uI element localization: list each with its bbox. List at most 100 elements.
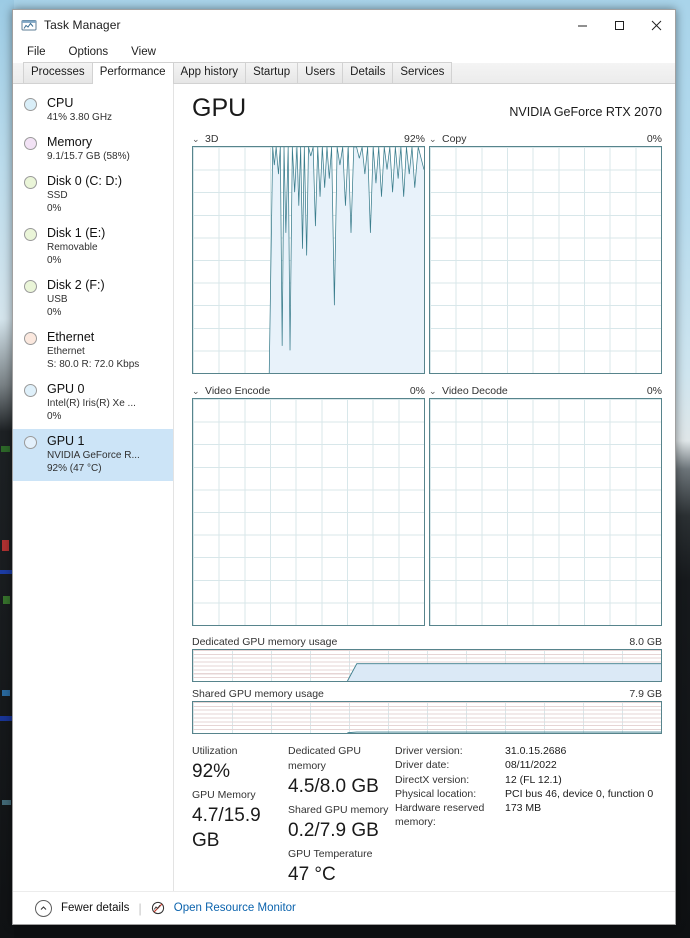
stat-label: GPU Temperature bbox=[288, 848, 373, 860]
maximize-button[interactable] bbox=[601, 10, 638, 40]
chevron-up-icon[interactable] bbox=[35, 899, 52, 917]
close-button[interactable] bbox=[638, 10, 675, 40]
graph-label: 3D bbox=[205, 133, 219, 145]
tab-services[interactable]: Services bbox=[392, 62, 453, 83]
menu-options[interactable]: Options bbox=[66, 44, 112, 60]
desktop-artifact bbox=[2, 540, 9, 551]
gpu-model-label: NVIDIA GeForce RTX 2070 bbox=[509, 105, 662, 119]
menu-bar: File Options View bbox=[13, 40, 675, 63]
menu-file[interactable]: File bbox=[24, 44, 49, 60]
sidebar-item-sub: Intel(R) Iris(R) Xe ... bbox=[47, 398, 136, 409]
mem-graph-value: 7.9 GB bbox=[629, 688, 662, 700]
sidebar-item-memory[interactable]: Memory 9.1/15.7 GB (58%) bbox=[13, 130, 173, 169]
menu-view[interactable]: View bbox=[128, 44, 159, 60]
caption-copy[interactable]: ⌄ Copy 0% bbox=[429, 132, 662, 146]
stat-label: GPU Memory bbox=[192, 789, 256, 801]
sidebar-item-cpu[interactable]: CPU 41% 3.80 GHz bbox=[13, 91, 173, 130]
graph-label: Video Decode bbox=[442, 385, 508, 397]
tab-processes[interactable]: Processes bbox=[23, 62, 93, 83]
status-bar: Fewer details | Open Resource Monitor bbox=[13, 891, 675, 924]
caption-dedicated-memory: Dedicated GPU memory usage 8.0 GB bbox=[192, 635, 662, 649]
graph-label: Video Encode bbox=[205, 385, 271, 397]
memory-circle-icon bbox=[24, 137, 37, 150]
chevron-down-icon: ⌄ bbox=[429, 385, 437, 396]
graph-video-decode bbox=[429, 398, 662, 626]
sidebar-item-sub2: 92% (47 °C) bbox=[47, 463, 102, 474]
caption-video-decode[interactable]: ⌄ Video Decode 0% bbox=[429, 384, 662, 398]
info-key: Physical location: bbox=[395, 787, 477, 800]
sidebar-item-title: Disk 1 (E:) bbox=[47, 226, 106, 240]
info-value: PCI bus 46, device 0, function 0 bbox=[505, 787, 654, 800]
minimize-button[interactable] bbox=[564, 10, 601, 40]
caption-3d[interactable]: ⌄ 3D 92% bbox=[192, 132, 425, 146]
resource-monitor-icon[interactable] bbox=[151, 901, 165, 915]
sidebar-item-sub: Removable bbox=[47, 242, 98, 253]
sidebar-item-gpu-0[interactable]: GPU 0 Intel(R) Iris(R) Xe ... 0% bbox=[13, 377, 173, 429]
performance-sidebar: CPU 41% 3.80 GHz Memory 9.1/15.7 GB (58%… bbox=[13, 84, 174, 891]
fewer-details-button[interactable]: Fewer details bbox=[61, 902, 129, 914]
info-value: 08/11/2022 bbox=[505, 759, 557, 772]
stat-label: Shared GPU memory bbox=[288, 804, 389, 816]
info-row: Driver date: 08/11/2022 bbox=[395, 758, 662, 772]
sidebar-item-sub: USB bbox=[47, 294, 68, 305]
tab-performance[interactable]: Performance bbox=[91, 62, 174, 84]
sidebar-item-ethernet[interactable]: Ethernet Ethernet S: 80.0 R: 72.0 Kbps bbox=[13, 325, 173, 377]
info-key: Driver version: bbox=[395, 745, 463, 757]
gpu-circle-icon bbox=[24, 436, 37, 449]
sidebar-item-sub: SSD bbox=[47, 190, 68, 201]
graph-value: 0% bbox=[409, 385, 425, 397]
sidebar-item-sub2: 0% bbox=[47, 411, 62, 422]
sidebar-item-title: GPU 0 bbox=[47, 382, 85, 396]
desktop-artifact bbox=[1, 446, 10, 452]
desktop-artifact bbox=[2, 690, 10, 696]
graph-row-2 bbox=[192, 398, 662, 626]
tab-startup[interactable]: Startup bbox=[245, 62, 299, 83]
tab-users[interactable]: Users bbox=[297, 62, 344, 83]
mem-graph-value: 8.0 GB bbox=[629, 636, 662, 648]
graph-video-encode bbox=[192, 398, 425, 626]
grid-horizontal bbox=[193, 399, 424, 625]
ethernet-circle-icon bbox=[24, 332, 37, 345]
stat-value: 4.7/15.9 GB bbox=[192, 805, 261, 851]
disk-circle-icon bbox=[24, 228, 37, 241]
stats-column-utilization: Utilization 92% GPU Memory 4.7/15.9 GB bbox=[192, 744, 288, 891]
gpu-circle-icon bbox=[24, 384, 37, 397]
graph-value: 0% bbox=[646, 133, 662, 145]
sidebar-item-sub2: 0% bbox=[47, 255, 62, 266]
tab-app-history[interactable]: App history bbox=[172, 62, 247, 83]
gpu-detail-panel: GPU NVIDIA GeForce RTX 2070 ⌄ 3D 92% ⌄ C… bbox=[174, 84, 675, 891]
sidebar-item-disk-0[interactable]: Disk 0 (C: D:) SSD 0% bbox=[13, 169, 173, 221]
window-title: Task Manager bbox=[44, 18, 121, 32]
sidebar-item-gpu-1[interactable]: GPU 1 NVIDIA GeForce R... 92% (47 °C) bbox=[13, 429, 173, 481]
grid-horizontal bbox=[430, 147, 661, 373]
tab-strip: Processes Performance App history Startu… bbox=[13, 62, 675, 84]
chevron-down-icon: ⌄ bbox=[192, 133, 200, 144]
sidebar-item-title: Ethernet bbox=[47, 330, 95, 344]
graph-shared-memory bbox=[192, 701, 662, 734]
sidebar-item-disk-2[interactable]: Disk 2 (F:) USB 0% bbox=[13, 273, 173, 325]
graph-value: 0% bbox=[646, 385, 662, 397]
stat-value: 47 °C bbox=[288, 864, 336, 885]
sidebar-item-sub2: 0% bbox=[47, 203, 62, 214]
sidebar-item-disk-1[interactable]: Disk 1 (E:) Removable 0% bbox=[13, 221, 173, 273]
graph-3d bbox=[192, 146, 425, 374]
grid-horizontal bbox=[430, 399, 661, 625]
info-key: Driver date: bbox=[395, 759, 450, 772]
graph-dedicated-memory bbox=[192, 649, 662, 682]
mem-graph-label: Shared GPU memory usage bbox=[192, 688, 324, 700]
info-key: DirectX version: bbox=[395, 773, 470, 786]
page-title: GPU bbox=[192, 94, 247, 122]
open-resource-monitor-link[interactable]: Open Resource Monitor bbox=[174, 902, 296, 914]
info-value: 173 MB bbox=[505, 802, 542, 815]
sidebar-item-title: Disk 0 (C: D:) bbox=[47, 174, 122, 188]
sidebar-item-title: CPU bbox=[47, 96, 74, 110]
graph-row-1 bbox=[192, 146, 662, 374]
stat-label: Utilization bbox=[192, 745, 238, 757]
sidebar-item-sub: Ethernet bbox=[47, 346, 85, 357]
sidebar-item-title: GPU 1 bbox=[47, 434, 85, 448]
caption-video-encode[interactable]: ⌄ Video Encode 0% bbox=[192, 384, 425, 398]
info-row: Physical location: PCI bus 46, device 0,… bbox=[395, 787, 662, 801]
mem-graph-label: Dedicated GPU memory usage bbox=[192, 636, 338, 648]
task-manager-window: Task Manager File Options View Processes… bbox=[12, 9, 676, 925]
tab-details[interactable]: Details bbox=[342, 62, 394, 83]
